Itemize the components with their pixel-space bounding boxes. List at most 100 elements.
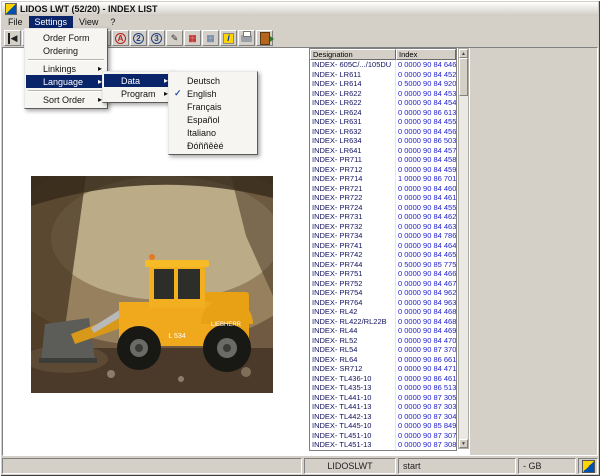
language-data-item-francais[interactable]: Français [170, 100, 256, 113]
table-row[interactable]: INDEX- TL442-13 0 0000 90 87 304 [310, 411, 456, 421]
status-logo-panel [578, 458, 598, 474]
cell-designation: INDEX- LR641 [310, 145, 396, 155]
cell-designation: INDEX- PR742 [310, 250, 396, 260]
table-row[interactable]: INDEX- LR611 0 0000 90 84 452 [310, 69, 456, 79]
table-scrollbar[interactable]: ▲ ▼ [458, 48, 469, 449]
status-panel-app: LIDOSLWT [304, 458, 396, 474]
cell-designation: INDEX- PR754 [310, 288, 396, 298]
cell-designation: INDEX- LR622 [310, 98, 396, 108]
table-row[interactable]: INDEX- PR741 0 0000 90 84 464 [310, 240, 456, 250]
product-photo: LIEBHERR L 534 [31, 176, 273, 393]
table-row[interactable]: INDEX- LR622 0 0000 90 84 453 [310, 88, 456, 98]
lidos-logo-icon [581, 459, 595, 473]
table-row[interactable]: INDEX- LR622 0 0000 90 84 454 [310, 98, 456, 108]
language-data-item-deutsch[interactable]: Deutsch [170, 74, 256, 87]
table-row[interactable]: INDEX- PR711 0 0000 90 84 458 [310, 155, 456, 165]
table-red-icon[interactable]: ▦ [184, 30, 201, 46]
table-row[interactable]: INDEX- TL445-10 0 0000 90 85 849 [310, 421, 456, 431]
zoom-area-3-icon[interactable]: 3 [148, 30, 165, 46]
column-header-designation[interactable]: Designation [310, 49, 396, 60]
settings-menu-item-ordering[interactable]: Ordering [26, 44, 106, 57]
table-row[interactable]: INDEX- RL422/RL22B 0 0000 90 84 468 [310, 316, 456, 326]
settings-menu-item-language[interactable]: Language ▸ [26, 75, 106, 88]
table-row[interactable]: INDEX- PR721 0 0000 90 84 460 [310, 183, 456, 193]
cell-index: 0 0000 90 84 453 [398, 88, 456, 98]
table-row[interactable]: INDEX- PR744 0 5000 90 85 775 [310, 259, 456, 269]
cell-designation: INDEX- TL435-13 [310, 383, 396, 393]
nav-first-icon[interactable]: ◀ [4, 30, 21, 46]
cell-designation: INDEX- TL445-10 [310, 421, 396, 431]
column-header-index[interactable]: Index [396, 49, 456, 60]
scroll-down-icon[interactable]: ▼ [459, 439, 468, 448]
table-row[interactable]: INDEX- LR614 0 5000 90 84 920 [310, 79, 456, 89]
cell-index: 0 0000 90 84 462 [398, 212, 456, 221]
table-row[interactable]: INDEX- PR752 0 0000 90 84 467 [310, 278, 456, 288]
cell-designation: INDEX- RL52 [310, 335, 396, 345]
cell-designation: INDEX- LR634 [310, 136, 396, 146]
print-icon-glyph [241, 30, 252, 42]
order-edit-icon[interactable]: ✎ [166, 30, 183, 46]
table-row[interactable]: INDEX- PR731 0 0000 90 84 462 [310, 212, 456, 222]
table-row[interactable]: INDEX- PR712 0 0000 90 84 459 [310, 164, 456, 174]
settings-menu-item-linkings[interactable]: Linkings ▸ [26, 62, 106, 75]
language-data-item-russian[interactable]: Ðóññêèé [170, 139, 256, 152]
table-row[interactable]: INDEX- RL42 0 0000 90 84 468 [310, 307, 456, 317]
table-row[interactable]: INDEX- LR624 0 0000 90 86 613 [310, 107, 456, 117]
table-row[interactable]: INDEX- TL441-13 0 0000 90 87 303 [310, 402, 456, 412]
loader-photo-illustration: LIEBHERR L 534 [31, 176, 273, 393]
table-row[interactable]: INDEX- LR641 0 0000 90 84 457 [310, 145, 456, 155]
table-row[interactable]: INDEX- PR734 0 0000 90 84 786 [310, 231, 456, 241]
table-row[interactable]: INDEX- PR751 0 0000 90 84 466 [310, 269, 456, 279]
table-row[interactable]: INDEX- TL451-13 0 0000 90 87 308 [310, 440, 456, 450]
cell-designation: INDEX- PR711 [310, 155, 396, 165]
language-data-item-espanol[interactable]: Español [170, 113, 256, 126]
menu-item-label: English [187, 88, 217, 99]
table-row[interactable]: INDEX- RL44 0 0000 90 84 469 [310, 326, 456, 336]
table-red-icon-glyph: ▦ [188, 32, 197, 43]
table-row[interactable]: INDEX- TL441-10 0 0000 90 87 305 [310, 392, 456, 402]
table-row[interactable]: INDEX- PR724 0 0000 90 84 455 [310, 202, 456, 212]
table-row[interactable]: INDEX- PR742 0 0000 90 84 465 [310, 250, 456, 260]
table-row[interactable]: INDEX- SR712 0 0000 90 84 471 [310, 364, 456, 374]
settings-menu-item-order-form[interactable]: Order Form [26, 31, 106, 44]
language-menu-item-program[interactable]: Program ▸ [104, 87, 172, 100]
table-row[interactable]: INDEX- TL436-10 0 0000 90 86 461 [310, 373, 456, 383]
index-table: Designation Index INDEX- 605C/.../105DU 0… [309, 48, 457, 451]
info-icon[interactable]: i [220, 30, 237, 46]
language-data-item-english[interactable]: English ✓ [170, 87, 256, 100]
order-edit-icon-glyph: ✎ [170, 32, 179, 43]
scrollbar-thumb[interactable] [459, 58, 468, 96]
table-row[interactable]: INDEX- LR634 0 0000 90 86 503 [310, 136, 456, 146]
language-menu-item-data[interactable]: Data ▸ [104, 74, 172, 87]
table-row[interactable]: INDEX- PR754 0 0000 90 84 962 [310, 288, 456, 298]
settings-menu-item-sort-order[interactable]: Sort Order ▸ [26, 93, 106, 106]
menu-item-label: Order Form [43, 32, 90, 43]
table-row[interactable]: INDEX- TL435-13 0 0000 90 86 513 [310, 383, 456, 393]
table-row[interactable]: INDEX- PR764 0 0000 90 84 963 [310, 297, 456, 307]
table-blue-icon[interactable]: ▦ [202, 30, 219, 46]
cell-index: 0 0000 90 87 307 [398, 430, 456, 440]
cell-designation: INDEX- PR724 [310, 202, 396, 212]
table-row[interactable]: INDEX- LR632 0 0000 90 84 456 [310, 126, 456, 136]
menu-item-label: Español [187, 114, 220, 125]
table-row[interactable]: INDEX- LR631 0 0000 90 84 455 [310, 117, 456, 127]
language-data-item-italiano[interactable]: Italiano [170, 126, 256, 139]
table-row[interactable]: INDEX- PR714 1 0000 90 86 701 [310, 174, 456, 184]
scroll-up-icon[interactable]: ▲ [459, 49, 468, 58]
table-row[interactable]: INDEX- TL451-10 0 0000 90 87 307 [310, 430, 456, 440]
exit-icon[interactable] [256, 30, 274, 46]
print-icon[interactable] [238, 30, 255, 46]
zoom-area-a-icon[interactable]: A [112, 30, 129, 46]
table-row[interactable]: INDEX- RL54 0 0000 90 87 370 [310, 345, 456, 355]
cell-index: 0 0000 90 84 468 [398, 307, 456, 316]
table-row[interactable]: INDEX- RL64 0 0000 90 86 661 [310, 354, 456, 364]
table-row[interactable]: INDEX- 605C/.../105DU 0 0000 90 84 646 [310, 60, 456, 70]
cell-designation: INDEX- LR622 [310, 88, 396, 98]
table-row[interactable]: INDEX- PR722 0 0000 90 84 461 [310, 193, 456, 203]
table-row[interactable]: INDEX- RL52 0 0000 90 84 470 [310, 335, 456, 345]
table-row[interactable]: INDEX- PR732 0 0000 90 84 463 [310, 221, 456, 231]
cell-index: 0 0000 90 84 456 [398, 126, 456, 136]
zoom-area-2-icon[interactable]: 2 [130, 30, 147, 46]
zoom-area-a-icon-glyph: A [115, 32, 126, 44]
cell-designation: INDEX- LR624 [310, 107, 396, 117]
